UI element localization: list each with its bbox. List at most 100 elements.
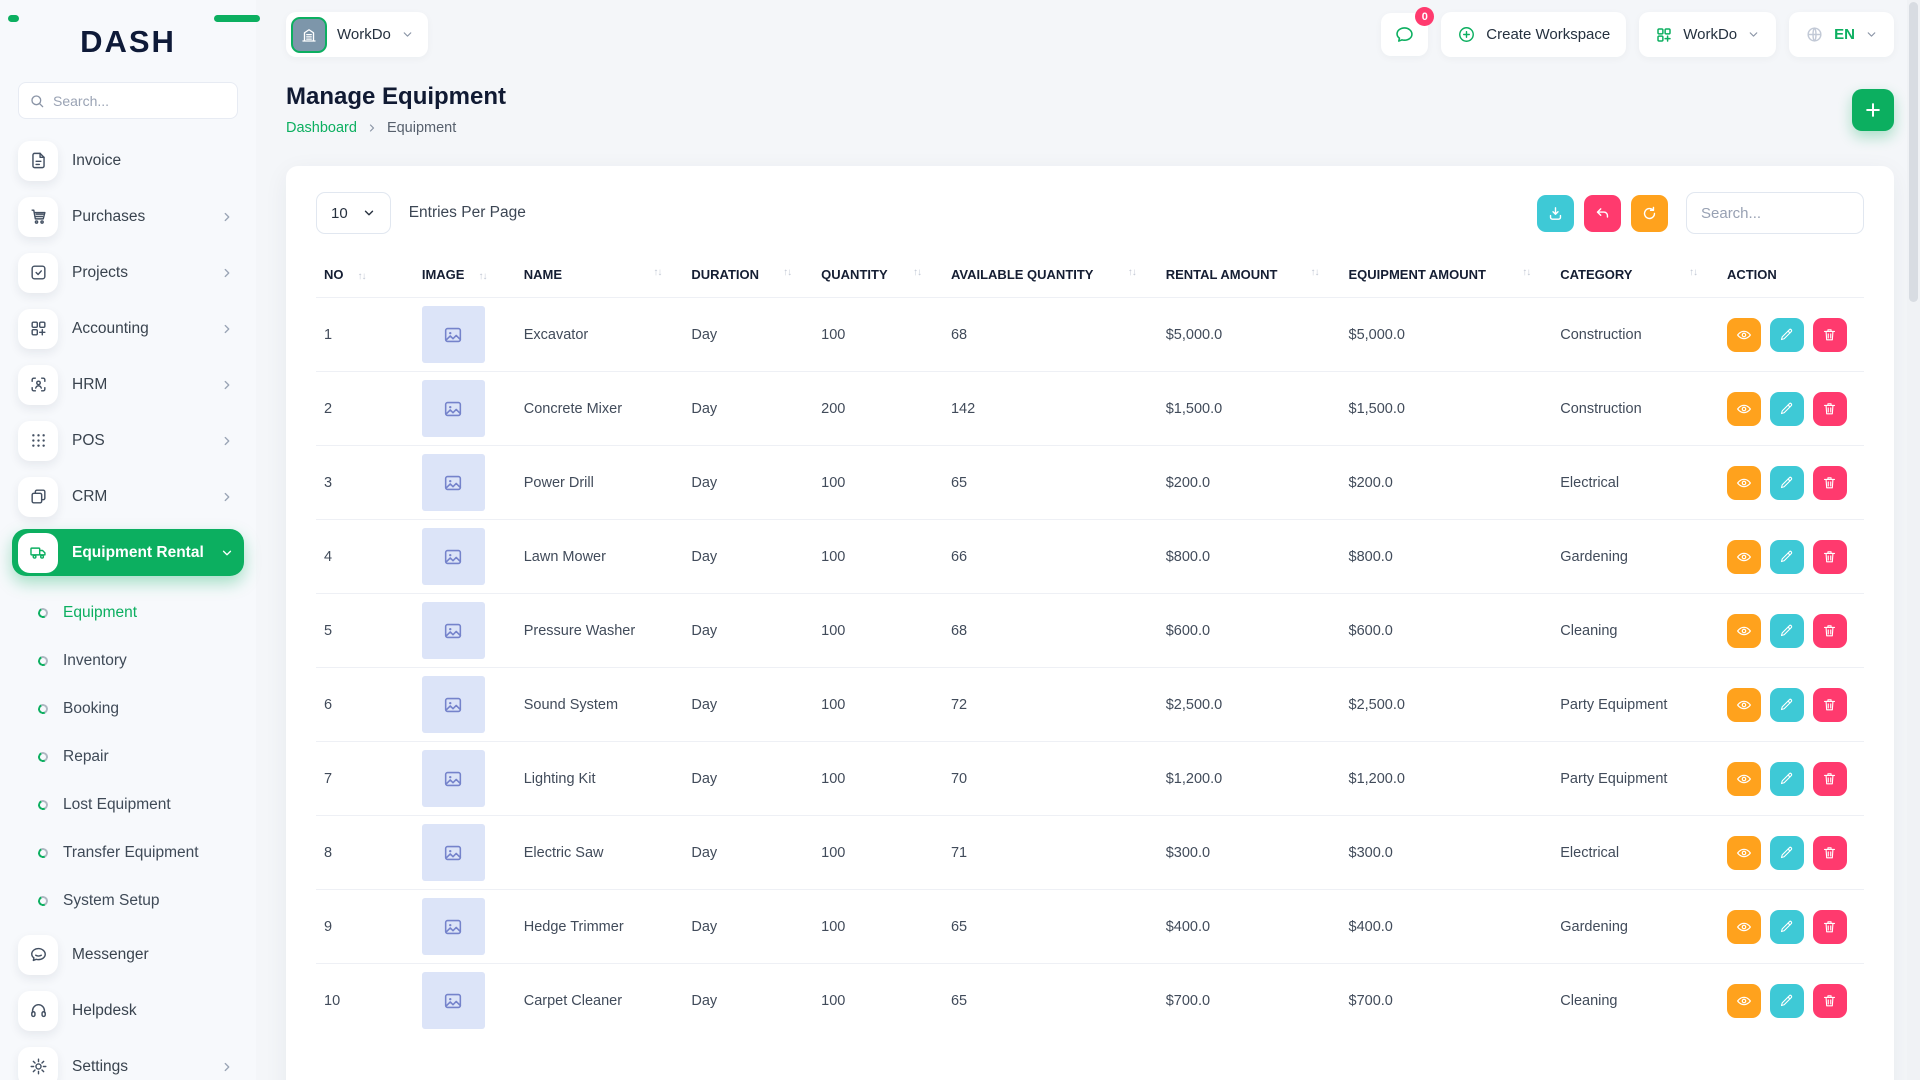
sort-icon[interactable]: ↑↓	[1128, 267, 1137, 278]
sidebar-item-accounting[interactable]: Accounting	[12, 305, 244, 352]
view-button[interactable]	[1726, 909, 1761, 944]
sort-icon[interactable]: ↑↓	[1689, 267, 1698, 278]
edit-button[interactable]	[1769, 465, 1804, 500]
create-workspace-button[interactable]: Create Workspace	[1441, 12, 1627, 57]
view-button[interactable]	[1726, 835, 1761, 870]
column-header-no[interactable]: NO ↑↓	[316, 250, 414, 298]
submenu-item-repair[interactable]: Repair	[36, 733, 244, 781]
breadcrumb-current: Equipment	[386, 120, 457, 136]
cell-rental-amount: $2,500.0	[1165, 696, 1223, 713]
view-button[interactable]	[1726, 317, 1761, 352]
edit-button[interactable]	[1769, 835, 1804, 870]
breadcrumb-dashboard-link[interactable]: Dashboard	[286, 120, 357, 136]
cell-duration: Day	[691, 696, 718, 713]
sidebar-item-settings[interactable]: Settings	[12, 1043, 244, 1080]
column-header-duration[interactable]: DURATION ↑↓	[683, 250, 813, 298]
sidebar-item-equipment-rental[interactable]: Equipment Rental	[12, 529, 244, 576]
view-button[interactable]	[1726, 613, 1761, 648]
cell-image	[414, 890, 516, 964]
submenu-item-booking[interactable]: Booking	[36, 685, 244, 733]
delete-button[interactable]	[1812, 761, 1847, 796]
submenu-item-transfer-equipment[interactable]: Transfer Equipment	[36, 829, 244, 877]
sort-icon[interactable]: ↑↓	[478, 271, 487, 282]
sort-icon[interactable]: ↑↓	[653, 267, 662, 278]
equipment-image-placeholder	[421, 380, 485, 437]
view-button[interactable]	[1726, 983, 1761, 1018]
delete-button[interactable]	[1812, 391, 1847, 426]
sort-icon[interactable]: ↑↓	[1522, 267, 1531, 278]
edit-button[interactable]	[1769, 687, 1804, 722]
app-logo: DASH	[8, 0, 260, 70]
view-button[interactable]	[1726, 761, 1761, 796]
column-header-image[interactable]: IMAGE ↑↓	[414, 250, 516, 298]
sidebar-item-crm[interactable]: CRM	[12, 473, 244, 520]
column-header-category[interactable]: CATEGORY ↑↓	[1552, 250, 1719, 298]
sort-icon[interactable]: ↑↓	[358, 271, 367, 282]
cell-action	[1719, 668, 1864, 742]
delete-button[interactable]	[1812, 687, 1847, 722]
download-button[interactable]	[1537, 194, 1574, 232]
sort-icon[interactable]: ↑↓	[783, 267, 792, 278]
edit-button[interactable]	[1769, 539, 1804, 574]
table-search-input[interactable]	[1686, 192, 1864, 234]
column-header-equipment-amount[interactable]: EQUIPMENT AMOUNT ↑↓	[1341, 250, 1553, 298]
sidebar-item-invoice[interactable]: Invoice	[12, 137, 244, 184]
edit-button[interactable]	[1769, 317, 1804, 352]
view-button[interactable]	[1726, 465, 1761, 500]
topbar: WorkDo 0 Create Workspace WorkDo EN	[286, 7, 1894, 57]
delete-button[interactable]	[1812, 539, 1847, 574]
sidebar-item-projects[interactable]: Projects	[12, 249, 244, 296]
view-button[interactable]	[1726, 687, 1761, 722]
delete-button[interactable]	[1812, 613, 1847, 648]
delete-button[interactable]	[1812, 317, 1847, 352]
scrollbar-thumb[interactable]	[1909, 2, 1918, 302]
column-header-rental-amount[interactable]: RENTAL AMOUNT ↑↓	[1158, 250, 1341, 298]
page-scrollbar[interactable]	[1907, 0, 1920, 1080]
delete-button[interactable]	[1812, 909, 1847, 944]
cell-equipment-amount: $700.0	[1348, 992, 1393, 1009]
add-equipment-button[interactable]	[1852, 88, 1894, 131]
submenu-item-lost-equipment[interactable]: Lost Equipment	[36, 781, 244, 829]
delete-button[interactable]	[1812, 835, 1847, 870]
refresh-button[interactable]	[1631, 194, 1668, 232]
submenu-item-inventory[interactable]: Inventory	[36, 637, 244, 685]
bullet-icon	[36, 750, 50, 764]
workdo-menu-button[interactable]: WorkDo	[1639, 12, 1777, 57]
column-header-available-quantity[interactable]: AVAILABLE QUANTITY ↑↓	[943, 250, 1158, 298]
equipment-image-placeholder	[421, 528, 485, 585]
view-button[interactable]	[1726, 391, 1761, 426]
submenu-item-system-setup[interactable]: System Setup	[36, 877, 244, 925]
column-header-name[interactable]: NAME ↑↓	[516, 250, 684, 298]
edit-button[interactable]	[1769, 983, 1804, 1018]
workspace-selector[interactable]: WorkDo	[286, 12, 428, 57]
create-workspace-label: Create Workspace	[1486, 26, 1611, 43]
entries-select[interactable]: 10	[316, 192, 391, 234]
edit-button[interactable]	[1769, 391, 1804, 426]
sidebar-item-hrm[interactable]: HRM	[12, 361, 244, 408]
submenu-item-label: Equipment	[63, 604, 138, 621]
equipment-table: NO ↑↓ IMAGE ↑↓ NAME ↑↓ DURATION ↑↓ QUANTITY ↑…	[316, 250, 1864, 1038]
cell-no: 3	[324, 474, 333, 491]
sidebar-search-input[interactable]	[53, 92, 227, 109]
sort-icon[interactable]: ↑↓	[1311, 267, 1320, 278]
messages-button[interactable]: 0	[1381, 7, 1435, 56]
check-square-icon	[18, 252, 58, 293]
sidebar-item-purchases[interactable]: Purchases	[12, 193, 244, 240]
sidebar-item-messenger[interactable]: Messenger	[12, 931, 244, 978]
submenu-item-equipment[interactable]: Equipment	[36, 589, 244, 637]
sort-icon[interactable]: ↑↓	[913, 267, 922, 278]
cell-available-quantity: 65	[950, 918, 968, 935]
edit-button[interactable]	[1769, 613, 1804, 648]
sidebar-item-pos[interactable]: POS	[12, 417, 244, 464]
sidebar-item-helpdesk[interactable]: Helpdesk	[12, 987, 244, 1034]
undo-button[interactable]	[1584, 194, 1621, 232]
delete-button[interactable]	[1812, 983, 1847, 1018]
language-selector[interactable]: EN	[1789, 12, 1894, 57]
cell-available-quantity: 68	[950, 622, 968, 639]
delete-button[interactable]	[1812, 465, 1847, 500]
column-header-quantity[interactable]: QUANTITY ↑↓	[813, 250, 943, 298]
view-button[interactable]	[1726, 539, 1761, 574]
edit-button[interactable]	[1769, 909, 1804, 944]
edit-button[interactable]	[1769, 761, 1804, 796]
cell-equipment-amount: $300.0	[1348, 844, 1393, 861]
